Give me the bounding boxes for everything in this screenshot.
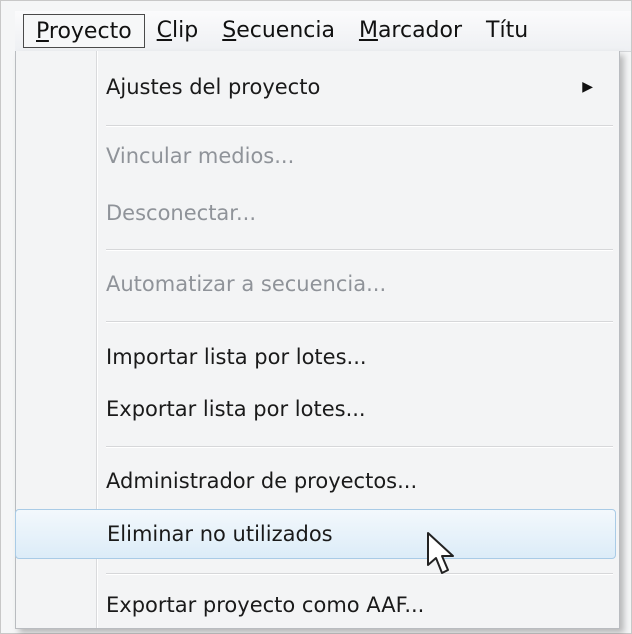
menu-bar: Proyecto Clip Secuencia Marcador Títu	[15, 11, 631, 52]
submenu-arrow-icon: ▶	[582, 79, 593, 95]
menu-secuencia-label: ecuencia	[236, 18, 335, 43]
menu-item-importar-lista-por-lotes[interactable]: Importar lista por lotes...	[106, 337, 607, 377]
menu-item-label: Administrador de proyectos...	[106, 469, 418, 493]
menu-item-desconectar: Desconectar...	[106, 193, 607, 233]
menu-item-vincular-medios: Vincular medios...	[106, 136, 607, 176]
menu-item-exportar-lista-por-lotes[interactable]: Exportar lista por lotes...	[106, 389, 607, 429]
menu-proyecto-label: royecto	[48, 19, 132, 44]
menu-separator	[106, 446, 613, 448]
menu-clip[interactable]: Clip	[145, 14, 211, 48]
mnemonic-p: P	[36, 19, 49, 44]
menu-item-automatizar-a-secuencia: Automatizar a secuencia...	[106, 264, 607, 304]
menu-secuencia[interactable]: Secuencia	[210, 14, 347, 48]
menu-item-label: Exportar lista por lotes...	[106, 397, 366, 421]
menu-item-eliminar-no-utilizados[interactable]: Eliminar no utilizados	[15, 509, 616, 559]
menu-item-label: Ajustes del proyecto	[106, 75, 321, 99]
mnemonic-m: M	[358, 18, 378, 43]
menu-item-label: Eliminar no utilizados	[107, 522, 333, 546]
proyecto-dropdown-menu: Ajustes del proyecto ▶ Vincular medios..…	[15, 51, 620, 629]
mnemonic-s: S	[222, 18, 237, 43]
menu-clip-label: lip	[172, 18, 199, 43]
arrow-cursor-icon	[427, 532, 454, 574]
menu-item-label: Desconectar...	[106, 201, 257, 225]
menu-item-label: Automatizar a secuencia...	[106, 272, 387, 296]
menu-separator	[106, 249, 613, 251]
menu-marcador[interactable]: Marcador	[347, 14, 474, 48]
menu-item-label: Exportar proyecto como AAF...	[106, 593, 425, 617]
app-window: Proyecto Clip Secuencia Marcador Títu Aj…	[0, 0, 632, 634]
mnemonic-c: C	[156, 18, 173, 43]
menu-item-label: Vincular medios...	[106, 144, 295, 168]
menu-item-exportar-proyecto-como-aaf[interactable]: Exportar proyecto como AAF...	[106, 585, 607, 625]
menu-marcador-label: arcador	[377, 18, 463, 43]
menu-item-ajustes-del-proyecto[interactable]: Ajustes del proyecto ▶	[106, 67, 607, 107]
menu-separator	[106, 321, 613, 323]
menu-separator	[106, 573, 613, 575]
menu-item-label: Importar lista por lotes...	[106, 345, 367, 369]
menu-item-administrador-de-proyectos[interactable]: Administrador de proyectos...	[106, 461, 607, 501]
menu-titulo-label: Títu	[486, 18, 529, 43]
menu-separator	[106, 125, 613, 127]
menu-titulo[interactable]: Títu	[474, 14, 540, 48]
menu-proyecto[interactable]: Proyecto	[23, 14, 145, 48]
